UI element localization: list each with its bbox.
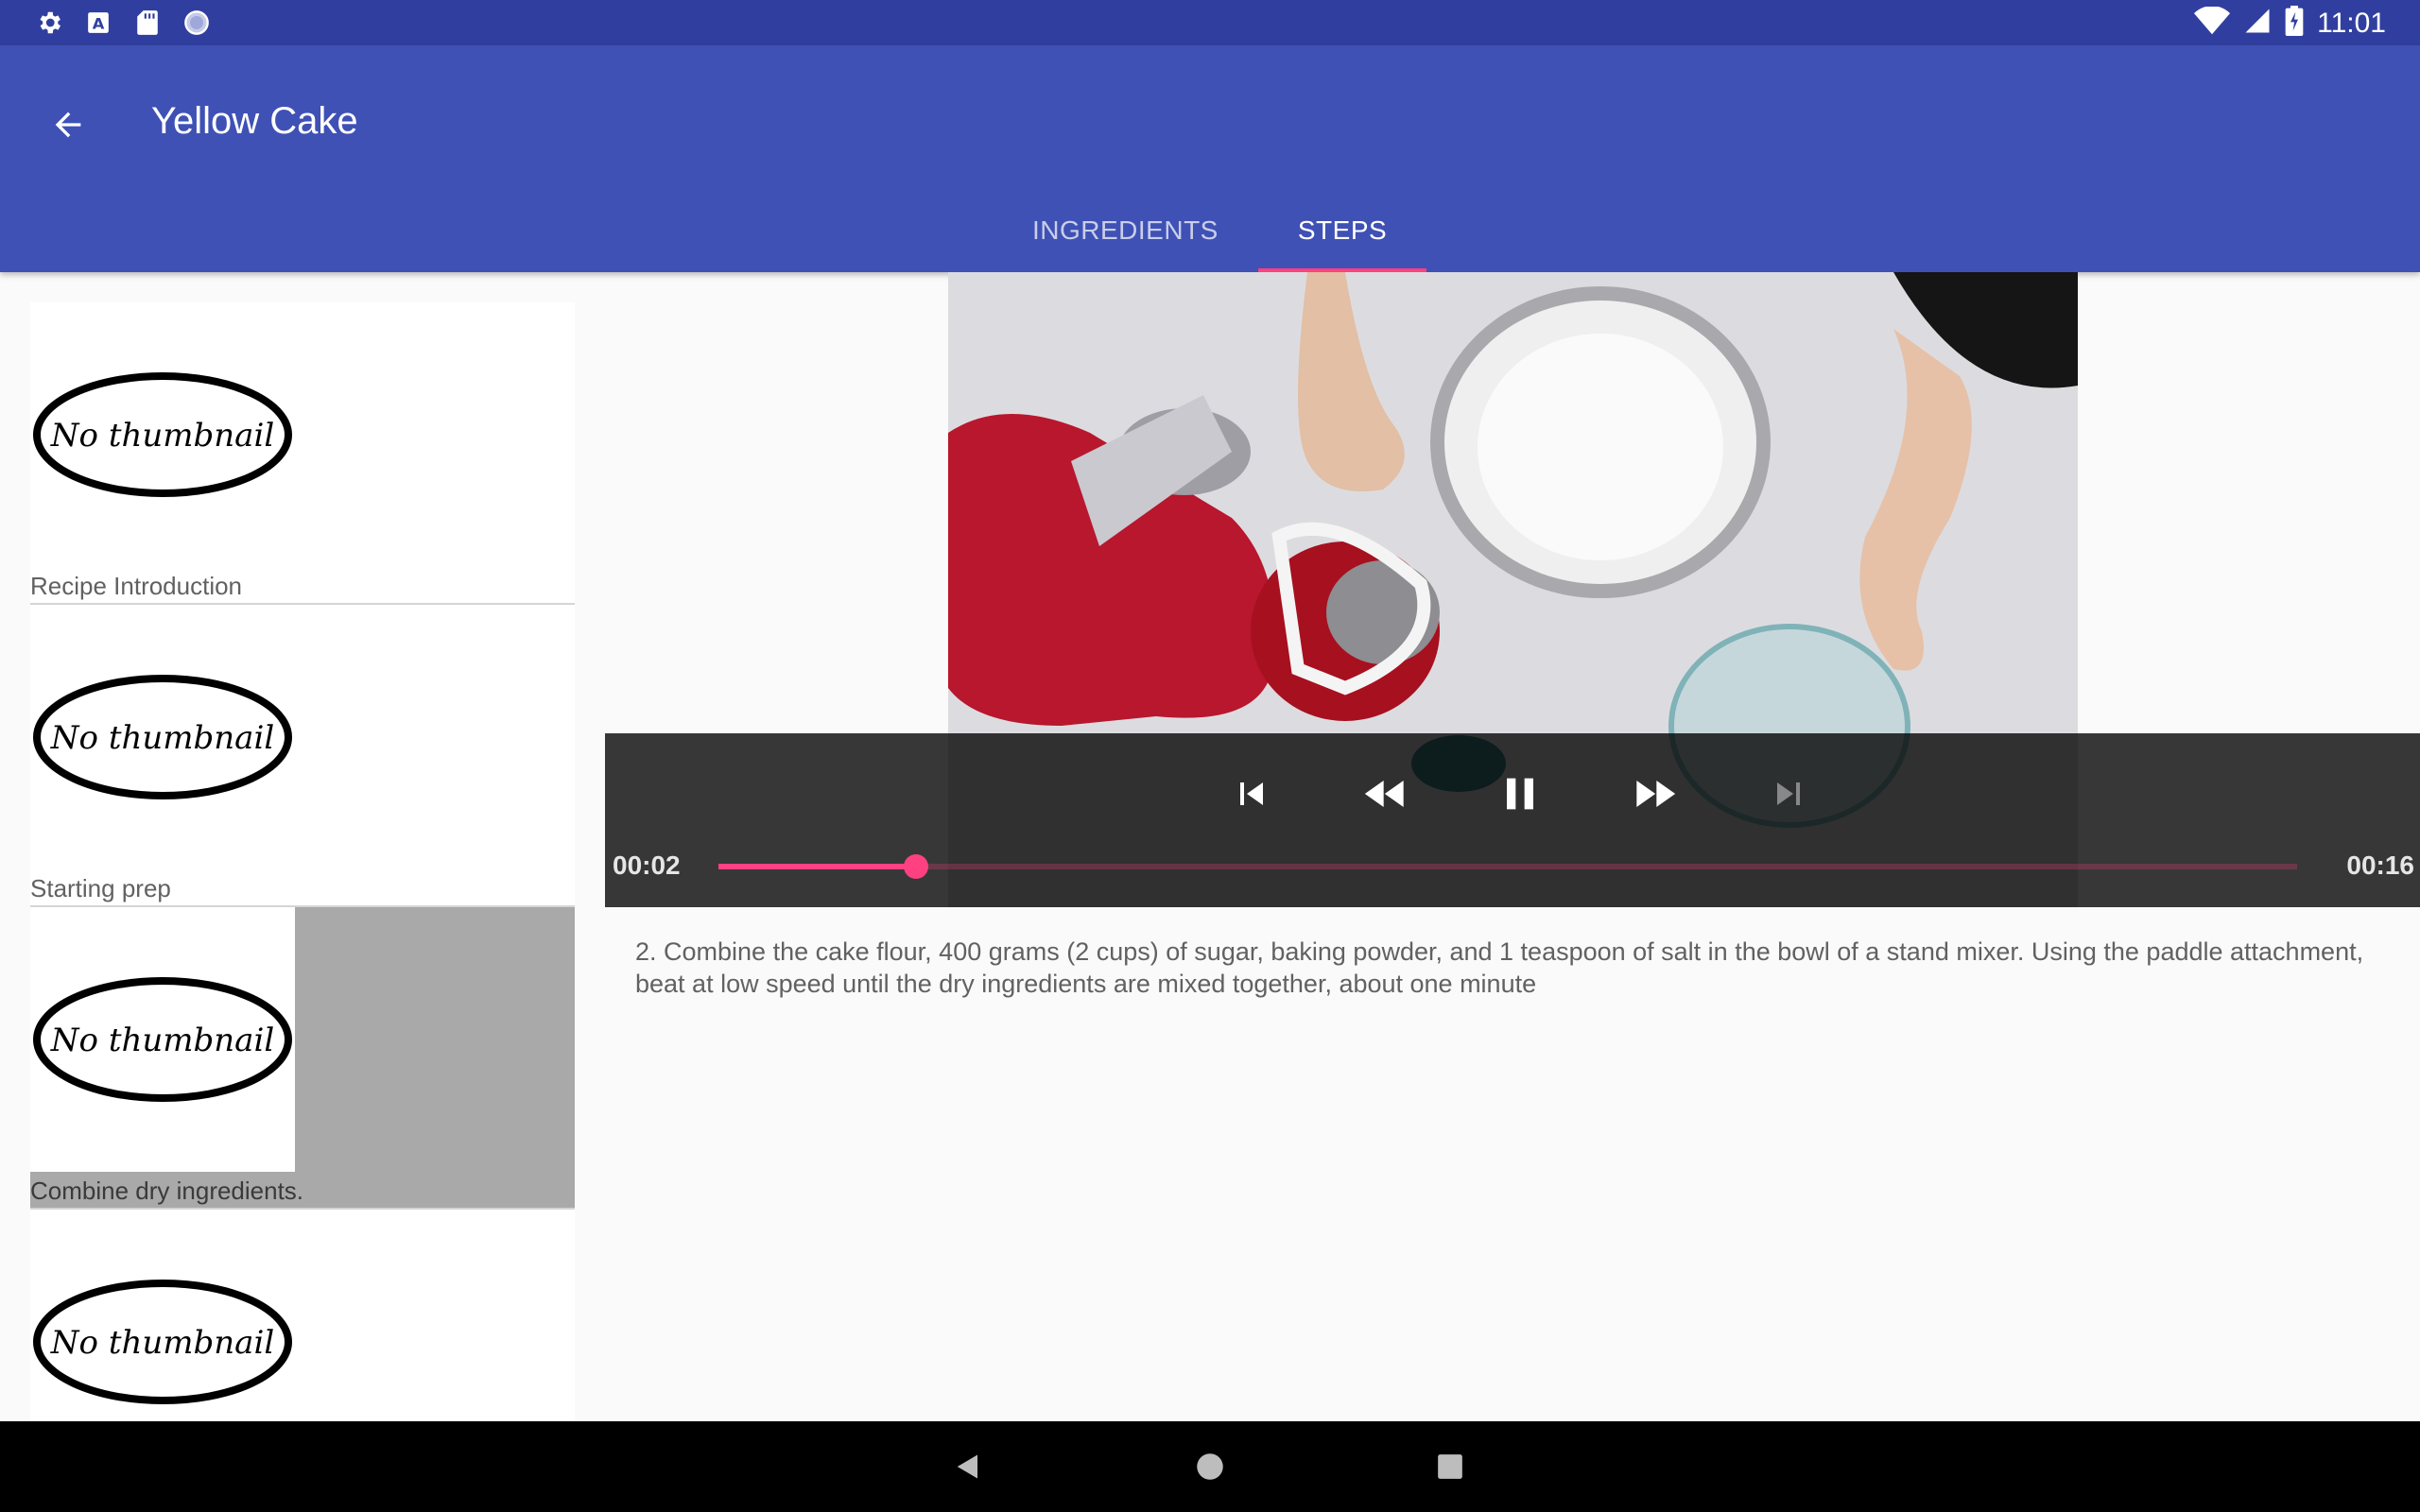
no-thumbnail-image: No thumbnail <box>30 907 295 1172</box>
a-box-icon: A <box>83 8 113 38</box>
nav-back-button[interactable] <box>945 1444 991 1489</box>
step-description: 2. Combine the cake flour, 400 grams (2 … <box>635 937 2364 998</box>
home-circle-icon <box>1197 1453 1223 1480</box>
status-icons-right: 11:01 <box>2194 6 2386 41</box>
clock: 11:01 <box>2317 7 2386 39</box>
step-label: Combine dry ingredients. <box>30 1177 304 1205</box>
no-thumbnail-image: No thumbnail <box>30 302 295 567</box>
rewind-icon <box>1364 781 1404 807</box>
step-label: Recipe Introduction <box>30 572 243 600</box>
battery-icon <box>2285 6 2304 41</box>
player-controls: 00:02 00:16 <box>605 733 2420 907</box>
step-label: Starting prep <box>30 874 171 902</box>
list-item[interactable]: No thumbnail Recipe Introduction <box>30 302 575 605</box>
video-player[interactable]: 00:02 00:16 <box>605 272 2420 907</box>
rewind-button[interactable] <box>1344 752 1427 835</box>
thumbnail-text: No thumbnail <box>50 1022 274 1059</box>
fast-forward-button[interactable] <box>1613 752 1696 835</box>
sync-circle-icon <box>182 8 212 38</box>
thumbnail-text: No thumbnail <box>50 417 274 455</box>
tab-ingredients-label: INGREDIENTS <box>1032 215 1219 245</box>
current-position: 00:02 <box>613 850 681 880</box>
skip-previous-icon <box>1240 782 1263 805</box>
app-bar: Yellow Cake INGREDIENTS STEPS <box>0 45 2420 272</box>
pause-button[interactable] <box>1478 752 1562 835</box>
back-triangle-icon <box>957 1454 977 1479</box>
skip-next-icon <box>1777 782 1800 805</box>
tab-steps-label: STEPS <box>1297 215 1388 245</box>
nav-home-button[interactable] <box>1187 1444 1233 1489</box>
back-button[interactable] <box>42 98 95 151</box>
skip-next-button[interactable] <box>1747 752 1830 835</box>
tab-bar: INGREDIENTS STEPS <box>993 200 1427 272</box>
list-item[interactable]: No thumbnail <box>30 1210 575 1421</box>
status-icons-left: A <box>34 8 212 38</box>
recents-square-icon <box>1438 1454 1462 1479</box>
seek-played-track <box>718 864 916 869</box>
fast-forward-icon <box>1636 781 1676 807</box>
skip-previous-button[interactable] <box>1210 752 1293 835</box>
tab-steps[interactable]: STEPS <box>1257 200 1427 272</box>
seek-thumb[interactable] <box>903 854 928 879</box>
pause-icon <box>1507 778 1533 810</box>
list-item-selected[interactable]: No thumbnail Combine dry ingredients. <box>30 907 575 1210</box>
duration: 00:16 <box>2346 850 2414 880</box>
nav-recents-button[interactable] <box>1427 1444 1473 1489</box>
seek-bar[interactable] <box>718 854 2297 879</box>
thumbnail-text: No thumbnail <box>50 1324 274 1362</box>
no-thumbnail-image: No thumbnail <box>30 1210 295 1421</box>
step-list[interactable]: No thumbnail Recipe Introduction No thum… <box>30 302 575 1421</box>
thumbnail-text: No thumbnail <box>50 719 274 757</box>
list-item[interactable]: No thumbnail Starting prep <box>30 605 575 907</box>
signal-icon <box>2243 7 2272 40</box>
sd-card-icon <box>132 8 163 38</box>
no-thumbnail-image: No thumbnail <box>30 605 295 869</box>
svg-text:A: A <box>93 15 105 33</box>
status-bar: A 11:01 <box>0 0 2420 45</box>
arrow-back-icon <box>55 112 81 138</box>
tab-ingredients[interactable]: INGREDIENTS <box>993 200 1258 272</box>
system-nav-bar <box>0 1421 2420 1512</box>
settings-icon <box>34 8 64 38</box>
control-buttons <box>1210 752 1830 835</box>
page-title: Yellow Cake <box>151 100 358 142</box>
wifi-icon <box>2194 6 2231 40</box>
